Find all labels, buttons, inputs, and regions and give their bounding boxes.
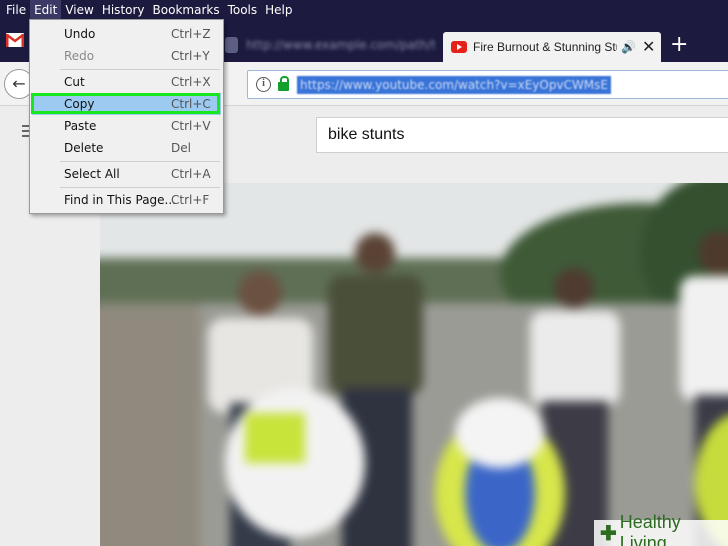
menu-history[interactable]: History (98, 0, 149, 21)
video-player[interactable] (100, 183, 728, 546)
menu-item-shortcut: Ctrl+Z (171, 27, 211, 41)
watermark-text: Healthy Living (619, 512, 681, 546)
menu-item-label: Delete (64, 141, 104, 155)
menu-file[interactable]: File (2, 0, 30, 21)
menu-item-select-all[interactable]: Select All Ctrl+A (32, 163, 221, 185)
close-tab-icon[interactable]: ✕ (642, 39, 655, 55)
menu-item-redo[interactable]: Redo Ctrl+Y (32, 45, 221, 67)
menu-item-label: Undo (64, 27, 96, 41)
url-text[interactable]: https://www.youtube.com/watch?v=xEyOpvCW… (297, 75, 611, 94)
tab-inactive-title: http://www.example.com/path/to/page (246, 38, 435, 52)
menu-item-shortcut: Del (171, 141, 191, 155)
tab-favicon-icon (225, 37, 239, 53)
tab-inactive[interactable]: http://www.example.com/path/to/page (225, 32, 435, 58)
menu-item-shortcut: Ctrl+F (171, 193, 210, 207)
menu-edit[interactable]: Edit (30, 0, 62, 21)
menu-bookmarks[interactable]: Bookmarks (149, 0, 224, 21)
menu-item-label: Paste (64, 119, 97, 133)
speaker-icon[interactable]: 🔊 (621, 40, 636, 54)
menu-item-shortcut: Ctrl+A (171, 167, 211, 181)
menu-item-paste[interactable]: Paste Ctrl+V (32, 115, 221, 137)
menu-tools[interactable]: Tools (224, 0, 262, 21)
edit-menu-dropdown: Undo Ctrl+Z Redo Ctrl+Y Cut Ctrl+X Copy … (29, 19, 224, 214)
youtube-icon (451, 41, 467, 53)
menu-item-shortcut: Ctrl+V (171, 119, 211, 133)
menu-item-delete[interactable]: Delete Del (32, 137, 221, 159)
menu-bar: File Edit View History Bookmarks Tools H… (0, 0, 728, 21)
menu-separator (60, 187, 220, 188)
new-tab-button[interactable]: + (670, 34, 688, 56)
menu-help[interactable]: Help (261, 0, 296, 21)
plus-logo-icon: ✚ (600, 522, 617, 545)
menu-item-shortcut: Ctrl+X (171, 75, 211, 89)
video-frame (100, 183, 728, 546)
info-icon[interactable]: i (256, 77, 271, 92)
menu-item-label: Cut (64, 75, 85, 89)
copy-highlight-box (31, 93, 220, 114)
lock-icon (278, 76, 289, 91)
url-bar[interactable]: i https://www.youtube.com/watch?v=xEyOpv… (247, 70, 728, 99)
menu-item-label: Select All (64, 167, 120, 181)
menu-item-find-in-page[interactable]: Find in This Page... Ctrl+F (32, 189, 221, 211)
menu-item-label: Redo (64, 49, 95, 63)
menu-item-shortcut: Ctrl+Y (171, 49, 210, 63)
menu-view[interactable]: View (61, 0, 97, 21)
menu-item-undo[interactable]: Undo Ctrl+Z (32, 23, 221, 45)
menu-separator (60, 69, 220, 70)
search-input[interactable]: bike stunts (316, 117, 728, 153)
menu-item-cut[interactable]: Cut Ctrl+X (32, 71, 221, 93)
menu-item-label: Find in This Page... (64, 193, 176, 207)
tab-active-title: Fire Burnout & Stunning Stunts (473, 40, 617, 54)
gmail-icon[interactable] (6, 33, 24, 47)
menu-separator (60, 161, 220, 162)
tab-active[interactable]: Fire Burnout & Stunning Stunts 🔊 ✕ (443, 32, 661, 62)
healthy-living-watermark: ✚ Healthy Living (594, 512, 728, 546)
